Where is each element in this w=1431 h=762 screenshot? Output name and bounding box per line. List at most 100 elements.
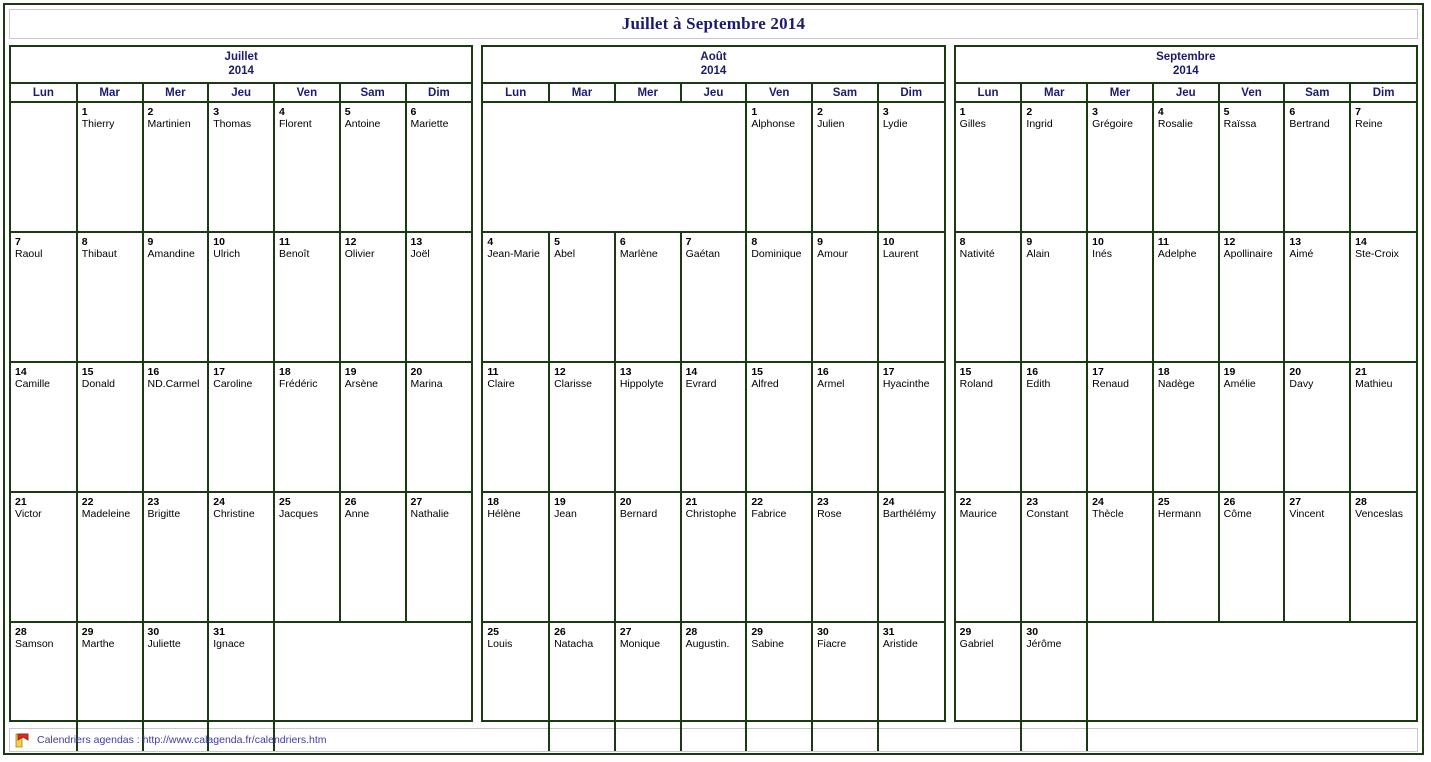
day-cell[interactable]: 8 Dominique bbox=[746, 232, 814, 363]
day-cell[interactable]: 11 Adelphe bbox=[1152, 232, 1220, 363]
day-number: 3 bbox=[882, 106, 889, 118]
day-cell[interactable]: 13 Aimé bbox=[1284, 232, 1352, 363]
day-cell[interactable]: 27 Monique bbox=[614, 622, 682, 751]
day-cell[interactable]: 20 Davy bbox=[1284, 362, 1352, 493]
day-cell[interactable]: 16 Edith bbox=[1021, 362, 1089, 493]
day-cell[interactable]: 2 Julien bbox=[812, 102, 879, 233]
day-cell[interactable]: 8 Nativité bbox=[955, 232, 1023, 363]
day-cell[interactable]: 8 Thibaut bbox=[76, 232, 144, 363]
day-cell[interactable]: 15 Alfred bbox=[746, 362, 814, 493]
day-cell[interactable]: 21 Victor bbox=[11, 492, 78, 623]
day-cell[interactable]: 1 Alphonse bbox=[746, 102, 814, 233]
weekday-mer: Mer bbox=[142, 84, 210, 103]
day-cell[interactable]: 28 Augustin. bbox=[680, 622, 748, 751]
day-cell[interactable]: 6 Bertrand bbox=[1284, 102, 1352, 233]
weekday-lun: Lun bbox=[483, 84, 551, 103]
day-cell[interactable]: 12 Clarisse bbox=[549, 362, 616, 493]
day-cell[interactable]: 17 Caroline bbox=[208, 362, 275, 493]
day-cell[interactable]: 17 Renaud bbox=[1087, 362, 1154, 493]
day-cell[interactable]: 25 Hermann bbox=[1152, 492, 1220, 623]
day-cell[interactable]: 14 Ste-Croix bbox=[1350, 232, 1416, 363]
day-cell[interactable]: 24 Christine bbox=[208, 492, 275, 623]
day-cell[interactable]: 9 Amour bbox=[812, 232, 879, 363]
day-cell[interactable]: 27 Nathalie bbox=[405, 492, 472, 623]
day-cell[interactable]: 17 Hyacinthe bbox=[877, 362, 944, 493]
day-cell[interactable]: 15 Donald bbox=[76, 362, 144, 493]
day-cell[interactable]: 29 Gabriel bbox=[955, 622, 1023, 751]
day-cell[interactable]: 9 Alain bbox=[1021, 232, 1089, 363]
day-cell[interactable]: 13 Joël bbox=[405, 232, 472, 363]
day-cell[interactable]: 9 Amandine bbox=[142, 232, 210, 363]
day-cell[interactable]: 6 Marlène bbox=[614, 232, 682, 363]
day-cell[interactable]: 26 Côme bbox=[1218, 492, 1286, 623]
day-cell[interactable]: 23 Constant bbox=[1021, 492, 1089, 623]
day-cell[interactable]: 26 Anne bbox=[339, 492, 407, 623]
day-cell-empty bbox=[483, 102, 748, 233]
day-cell[interactable]: 21 Christophe bbox=[680, 492, 748, 623]
day-cell[interactable]: 3 Thomas bbox=[208, 102, 275, 233]
day-cell[interactable]: 6 Mariette bbox=[405, 102, 472, 233]
footer-link[interactable]: Calendriers agendas : http://www.calagen… bbox=[37, 734, 326, 746]
day-cell[interactable]: 5 Abel bbox=[549, 232, 616, 363]
day-cell[interactable]: 1 Thierry bbox=[76, 102, 144, 233]
day-cell[interactable]: 27 Vincent bbox=[1284, 492, 1352, 623]
day-cell[interactable]: 12 Olivier bbox=[339, 232, 407, 363]
day-cell[interactable]: 14 Camille bbox=[11, 362, 78, 493]
day-cell[interactable]: 2 Ingrid bbox=[1021, 102, 1089, 233]
day-cell[interactable]: 31 Ignace bbox=[208, 622, 275, 751]
day-cell[interactable]: 24 Thècle bbox=[1087, 492, 1154, 623]
day-cell[interactable]: 10 Ulrich bbox=[208, 232, 275, 363]
month-year: 2014 bbox=[1173, 65, 1199, 77]
day-cell[interactable]: 18 Frédéric bbox=[274, 362, 341, 493]
day-cell[interactable]: 7 Gaétan bbox=[680, 232, 748, 363]
day-cell[interactable]: 22 Fabrice bbox=[746, 492, 814, 623]
day-cell[interactable]: 16 ND.Carmel bbox=[142, 362, 210, 493]
day-cell[interactable]: 3 Grégoire bbox=[1087, 102, 1154, 233]
day-cell[interactable]: 19 Jean bbox=[549, 492, 616, 623]
month-body-juillet: 1 Thierry 2 Martinien 3 Thomas 4 Florent 5 Antoin… bbox=[11, 102, 472, 751]
day-cell[interactable]: 18 Hélène bbox=[483, 492, 551, 623]
day-cell[interactable]: 22 Madeleine bbox=[76, 492, 144, 623]
day-cell[interactable]: 23 Rose bbox=[812, 492, 879, 623]
day-cell[interactable]: 3 Lydie bbox=[877, 102, 944, 233]
day-cell[interactable]: 5 Raïssa bbox=[1218, 102, 1286, 233]
day-cell[interactable]: 4 Rosalie bbox=[1152, 102, 1220, 233]
day-cell[interactable]: 11 Claire bbox=[483, 362, 551, 493]
day-cell[interactable]: 24 Barthélémy bbox=[877, 492, 944, 623]
day-cell[interactable]: 10 Laurent bbox=[877, 232, 944, 363]
day-cell[interactable]: 7 Reine bbox=[1350, 102, 1416, 233]
month-block-septembre: Septembre 2014 Lun Mar Mer Jeu Ven Sam D… bbox=[953, 45, 1418, 751]
day-cell[interactable]: 30 Jérôme bbox=[1021, 622, 1089, 751]
day-cell[interactable]: 13 Hippolyte bbox=[614, 362, 682, 493]
day-cell[interactable]: 5 Antoine bbox=[339, 102, 407, 233]
day-cell[interactable]: 10 Inés bbox=[1087, 232, 1154, 363]
day-cell[interactable]: 30 Juliette bbox=[142, 622, 210, 751]
day-cell[interactable]: 19 Arsène bbox=[339, 362, 407, 493]
day-cell[interactable]: 1 Gilles bbox=[955, 102, 1023, 233]
day-cell[interactable]: 12 Apollinaire bbox=[1218, 232, 1286, 363]
day-cell[interactable]: 4 Jean-Marie bbox=[483, 232, 551, 363]
day-cell[interactable]: 28 Venceslas bbox=[1350, 492, 1416, 623]
day-cell[interactable]: 23 Brigitte bbox=[142, 492, 210, 623]
day-cell[interactable]: 11 Benoît bbox=[274, 232, 341, 363]
day-cell[interactable]: 14 Evrard bbox=[680, 362, 748, 493]
day-cell[interactable]: 20 Marina bbox=[405, 362, 472, 493]
day-cell[interactable]: 19 Amélie bbox=[1218, 362, 1286, 493]
day-cell[interactable]: 15 Roland bbox=[955, 362, 1023, 493]
day-cell[interactable]: 22 Maurice bbox=[955, 492, 1023, 623]
day-cell[interactable]: 20 Bernard bbox=[614, 492, 682, 623]
day-cell[interactable]: 25 Louis bbox=[483, 622, 551, 751]
day-cell[interactable]: 18 Nadège bbox=[1152, 362, 1220, 493]
day-cell[interactable]: 7 Raoul bbox=[11, 232, 78, 363]
saint-name: Maurice bbox=[959, 508, 998, 520]
day-cell[interactable]: 25 Jacques bbox=[274, 492, 341, 623]
day-cell[interactable]: 2 Martinien bbox=[142, 102, 210, 233]
day-cell[interactable]: 30 Fiacre bbox=[812, 622, 879, 751]
day-cell[interactable]: 29 Marthe bbox=[76, 622, 144, 751]
day-cell[interactable]: 16 Armel bbox=[812, 362, 879, 493]
day-cell[interactable]: 31 Aristide bbox=[878, 622, 944, 751]
day-cell[interactable]: 29 Sabine bbox=[746, 622, 814, 751]
day-cell[interactable]: 4 Florent bbox=[274, 102, 341, 233]
day-cell[interactable]: 26 Natacha bbox=[549, 622, 616, 751]
day-cell[interactable]: 21 Mathieu bbox=[1350, 362, 1416, 493]
